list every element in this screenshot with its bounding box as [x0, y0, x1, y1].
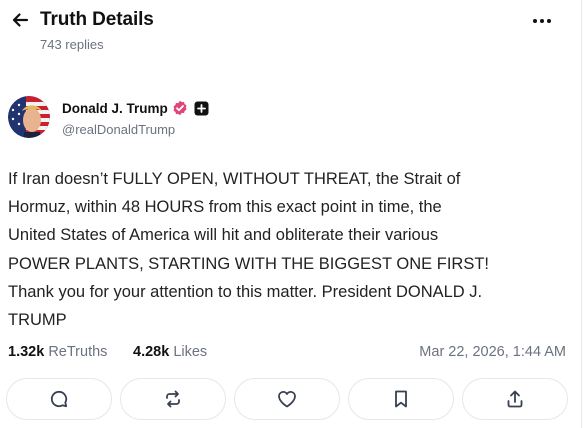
arrow-left-icon: [12, 13, 29, 27]
more-options-button[interactable]: [528, 10, 556, 32]
post-line: TRUMP: [8, 311, 67, 330]
back-button[interactable]: [8, 9, 32, 31]
author-handle[interactable]: @realDonaldTrump: [62, 122, 175, 137]
column-divider: [581, 0, 582, 428]
post-line: United States of America will hit and ob…: [8, 226, 439, 245]
reply-button[interactable]: [6, 378, 112, 420]
retruths-stat[interactable]: 1.32k ReTruths: [8, 344, 107, 360]
more-horizontal-icon: [533, 19, 551, 23]
post-line: If Iran doesn’t FULLY OPEN, WITHOUT THRE…: [8, 170, 461, 188]
avatar-image: [8, 96, 50, 138]
comment-icon: [50, 390, 68, 408]
author-name[interactable]: Donald J. Trump: [62, 101, 168, 116]
likes-count: 4.28k: [133, 344, 170, 360]
page-title: Truth Details: [40, 9, 154, 30]
post-line: Hormuz, within 48 HOURS from this exact …: [8, 198, 442, 217]
retruths-count: 1.32k: [8, 344, 45, 360]
retruth-button[interactable]: [120, 378, 226, 420]
post-stats: 1.32k ReTruths 4.28k Likes Mar 22, 2026,…: [8, 342, 568, 364]
post-line: POWER PLANTS, STARTING WITH THE BIGGEST …: [8, 254, 489, 273]
likes-label: Likes: [173, 344, 208, 360]
share-icon: [507, 390, 523, 408]
repost-icon: [166, 390, 180, 408]
avatar[interactable]: [8, 96, 50, 138]
author-name-row: Donald J. Trump: [62, 100, 209, 116]
share-button[interactable]: [462, 378, 568, 420]
like-button[interactable]: [234, 378, 340, 420]
action-bar: [6, 378, 572, 422]
plus-badge-icon: [194, 101, 209, 115]
heart-icon: [278, 391, 296, 408]
post-line: Thank you for your attention to this mat…: [8, 282, 483, 301]
page-header: Truth Details 743 replies: [0, 0, 585, 60]
bookmark-button[interactable]: [348, 378, 454, 420]
reply-count: 743 replies: [40, 37, 104, 52]
post-body: If Iran doesn’t FULLY OPEN, WITHOUT THRE…: [8, 165, 548, 334]
post-author: Donald J. Trump @realDonaldTrump: [8, 96, 308, 140]
verified-badge-icon: [173, 100, 187, 116]
retruths-label: ReTruths: [48, 344, 108, 360]
bookmark-icon: [395, 390, 407, 408]
likes-stat[interactable]: 4.28k Likes: [133, 344, 207, 360]
post-timestamp: Mar 22, 2026, 1:44 AM: [419, 344, 566, 360]
